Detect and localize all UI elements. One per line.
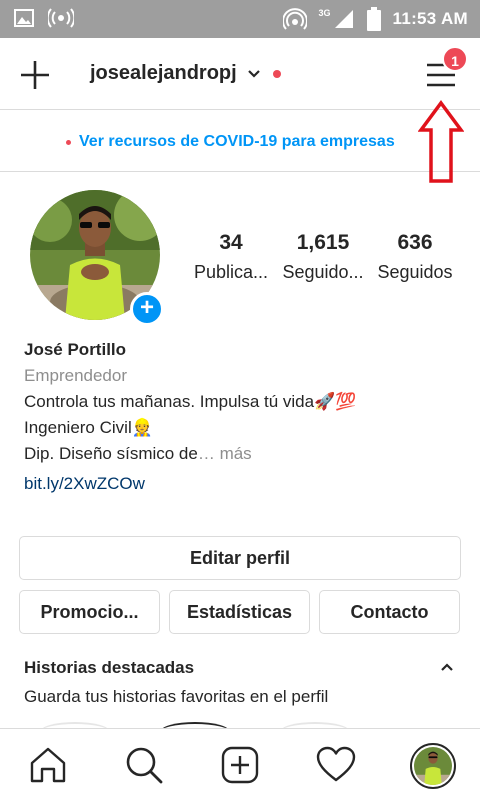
network-type: 3G xyxy=(318,8,331,18)
notification-dot xyxy=(272,69,281,78)
bottom-navigation xyxy=(0,728,480,800)
profile-bio: José Portillo Emprendedor Controla tus m… xyxy=(24,340,464,494)
heart-icon[interactable] xyxy=(314,743,358,787)
bio-line-3-text: Dip. Diseño sísmico de xyxy=(24,444,198,463)
highlights-title: Historias destacadas xyxy=(24,658,195,677)
bio-line-2: Ingeniero Civil👷 xyxy=(24,418,153,437)
new-post-plus-icon[interactable] xyxy=(18,58,52,92)
followers-count[interactable]: 1,615 Seguido... xyxy=(280,230,366,283)
followers-label: Seguido... xyxy=(282,262,364,282)
edit-profile-button[interactable]: Editar perfil xyxy=(19,536,461,580)
profile-tab-avatar[interactable] xyxy=(410,743,456,789)
profile-category: Emprendedor xyxy=(24,366,128,385)
display-name: José Portillo xyxy=(24,340,127,359)
promotions-button[interactable]: Promocio... xyxy=(19,590,160,634)
statistics-button[interactable]: Estadísticas xyxy=(169,590,310,634)
chevron-up-icon[interactable] xyxy=(440,662,454,672)
search-icon[interactable] xyxy=(122,743,166,787)
profile-tab-photo xyxy=(414,747,452,785)
username: josealejandropj xyxy=(90,62,237,84)
bio-line-1: Controla tus mañanas. Impulsa tú vida🚀💯 xyxy=(24,392,357,411)
battery-icon xyxy=(366,7,381,31)
following-label: Seguidos xyxy=(377,262,453,282)
add-post-icon[interactable] xyxy=(218,743,262,787)
covid-resources-link[interactable]: Ver recursos de COVID-19 para empresas xyxy=(66,133,395,151)
home-icon[interactable] xyxy=(26,743,70,787)
add-story-plus-icon[interactable]: + xyxy=(130,292,164,326)
following-value: 636 xyxy=(397,231,433,254)
radio-icon xyxy=(48,8,74,28)
menu-notification-badge: 1 xyxy=(442,46,468,72)
notification-dot xyxy=(66,139,71,145)
covid-resources-bar: Ver recursos de COVID-19 para empresas xyxy=(0,110,480,172)
posts-value: 34 xyxy=(219,231,243,254)
posts-label: Publica... xyxy=(193,262,269,282)
profile-header: josealejandropj 1 xyxy=(0,38,480,110)
signal-icon xyxy=(334,10,353,28)
account-switcher[interactable]: josealejandropj xyxy=(90,62,281,85)
annotation-arrow-icon xyxy=(418,100,464,183)
clock: 11:53 AM xyxy=(392,9,468,28)
image-icon xyxy=(14,9,34,27)
followers-value: 1,615 xyxy=(296,231,350,254)
contact-button[interactable]: Contacto xyxy=(319,590,460,634)
chevron-down-icon xyxy=(247,69,260,78)
hotspot-icon xyxy=(282,8,307,30)
bio-website-link[interactable]: bit.ly/2XwZCOw xyxy=(24,474,464,494)
highlights-subtitle: Guarda tus historias favoritas en el per… xyxy=(24,687,329,706)
more-link[interactable]: … más xyxy=(198,444,252,463)
status-bar: 3G 11:53 AM xyxy=(0,0,480,38)
covid-resources-text: Ver recursos de COVID-19 para empresas xyxy=(79,133,395,150)
following-count[interactable]: 636 Seguidos xyxy=(370,230,460,283)
bio-line-3: Dip. Diseño sísmico de… más xyxy=(24,444,464,464)
posts-count[interactable]: 34 Publica... xyxy=(186,230,276,283)
